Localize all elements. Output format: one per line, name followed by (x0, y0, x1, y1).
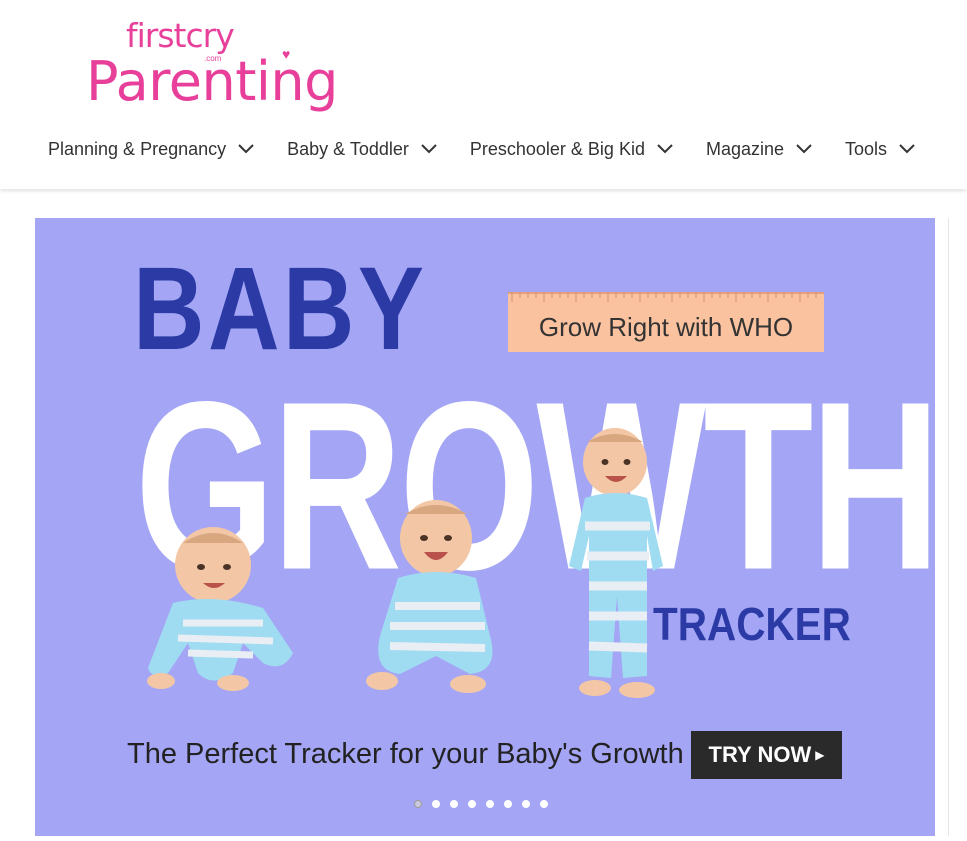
sidebar-edge (948, 218, 967, 836)
try-now-button[interactable]: TRY NOW ▶ (691, 731, 842, 779)
carousel-dot-1[interactable] (414, 800, 422, 808)
carousel-dot-4[interactable] (468, 800, 476, 808)
nav-item-baby-toddler[interactable]: Baby & Toddler (287, 139, 437, 160)
chevron-down-icon (421, 144, 437, 154)
try-now-label: TRY NOW (708, 742, 812, 767)
banner-title-baby: BABY (133, 243, 428, 375)
nav-item-label: Magazine (705, 138, 785, 159)
ruler-text: Grow Right with WHO (538, 312, 794, 342)
carousel-dot-8[interactable] (540, 800, 548, 808)
carousel-dot-6[interactable] (504, 800, 512, 808)
firstcry-parenting-logo[interactable]: firstcry .com Parenting ♥ (86, 12, 376, 113)
banner-tagline: The Perfect Tracker for your Baby's Grow… (127, 738, 684, 770)
logo-product-text: Parenting (86, 50, 338, 113)
crawling-baby-illustration (147, 527, 293, 691)
nav-item-tools[interactable]: Tools (845, 139, 915, 160)
nav-item-label: Preschooler & Big Kid (469, 138, 645, 159)
carousel-dot-5[interactable] (486, 800, 494, 808)
play-arrow-icon: ▶ (815, 748, 825, 762)
banner-title-tracker: TRACKER (653, 598, 851, 650)
nav-item-planning-pregnancy[interactable]: Planning & Pregnancy (48, 139, 254, 160)
chevron-down-icon (238, 144, 254, 154)
chevron-down-icon (657, 144, 673, 154)
nav-item-preschooler-big-kid[interactable]: Preschooler & Big Kid (470, 139, 673, 160)
carousel-dots (414, 800, 558, 808)
site-header: firstcry .com Parenting ♥ Planning & Pre… (0, 0, 967, 189)
chevron-down-icon (796, 144, 812, 154)
chevron-down-icon (899, 144, 915, 154)
main-nav: Planning & Pregnancy Baby & Toddler Pres… (48, 134, 915, 164)
heart-icon: ♥ (282, 46, 291, 62)
nav-item-label: Baby & Toddler (287, 138, 409, 159)
ruler-ticks-icon (508, 292, 824, 302)
nav-item-magazine[interactable]: Magazine (706, 139, 812, 160)
carousel-dot-3[interactable] (450, 800, 458, 808)
carousel-dot-7[interactable] (522, 800, 530, 808)
sitting-baby-illustration (366, 500, 493, 693)
nav-item-label: Tools (845, 138, 888, 159)
standing-baby-illustration (569, 428, 663, 698)
hero-banner-slide[interactable]: BABY Grow Right with WHO GROWTH TRACKER … (35, 218, 935, 836)
carousel-dot-2[interactable] (432, 800, 440, 808)
nav-item-label: Planning & Pregnancy (48, 138, 227, 159)
ruler-label: Grow Right with WHO (508, 292, 824, 352)
